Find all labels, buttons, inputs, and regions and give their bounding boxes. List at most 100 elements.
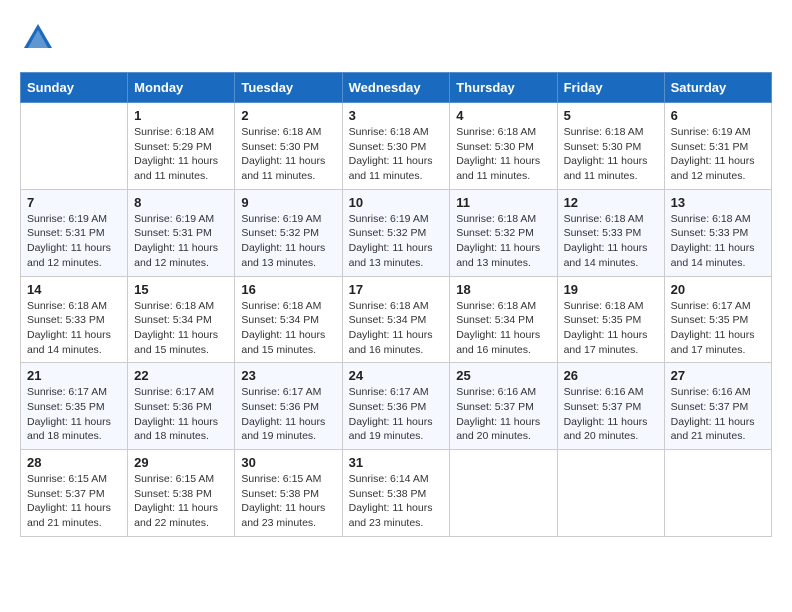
day-number: 17 xyxy=(349,282,444,297)
day-number: 7 xyxy=(27,195,121,210)
calendar-cell: 12 Sunrise: 6:18 AM Sunset: 5:33 PM Dayli… xyxy=(557,189,664,276)
day-info: Sunrise: 6:17 AM Sunset: 5:35 PM Dayligh… xyxy=(671,299,765,358)
day-number: 27 xyxy=(671,368,765,383)
day-number: 15 xyxy=(134,282,228,297)
calendar-cell: 28 Sunrise: 6:15 AM Sunset: 5:37 PM Dayli… xyxy=(21,450,128,537)
day-info: Sunrise: 6:19 AM Sunset: 5:32 PM Dayligh… xyxy=(241,212,335,271)
calendar-cell: 3 Sunrise: 6:18 AM Sunset: 5:30 PM Daylig… xyxy=(342,103,450,190)
day-info: Sunrise: 6:18 AM Sunset: 5:35 PM Dayligh… xyxy=(564,299,658,358)
calendar-cell xyxy=(664,450,771,537)
page-header xyxy=(20,20,772,56)
weekday-header: Thursday xyxy=(450,73,557,103)
calendar-cell: 14Sunrise: 6:18 AM Sunset: 5:33 PM Dayli… xyxy=(21,276,128,363)
day-number: 19 xyxy=(564,282,658,297)
day-info: Sunrise: 6:18 AM Sunset: 5:29 PM Dayligh… xyxy=(134,125,228,184)
calendar-cell: 21Sunrise: 6:17 AM Sunset: 5:35 PM Dayli… xyxy=(21,363,128,450)
calendar-cell: 18 Sunrise: 6:18 AM Sunset: 5:34 PM Dayli… xyxy=(450,276,557,363)
weekday-header: Saturday xyxy=(664,73,771,103)
day-info: Sunrise: 6:18 AM Sunset: 5:34 PM Dayligh… xyxy=(241,299,335,358)
day-info: Sunrise: 6:15 AM Sunset: 5:38 PM Dayligh… xyxy=(134,472,228,531)
day-number: 9 xyxy=(241,195,335,210)
day-info: Sunrise: 6:15 AM Sunset: 5:37 PM Dayligh… xyxy=(27,472,121,531)
day-number: 29 xyxy=(134,455,228,470)
day-number: 3 xyxy=(349,108,444,123)
day-info: Sunrise: 6:16 AM Sunset: 5:37 PM Dayligh… xyxy=(564,385,658,444)
day-info: Sunrise: 6:18 AM Sunset: 5:34 PM Dayligh… xyxy=(349,299,444,358)
calendar-cell: 22 Sunrise: 6:17 AM Sunset: 5:36 PM Dayli… xyxy=(128,363,235,450)
day-info: Sunrise: 6:18 AM Sunset: 5:34 PM Dayligh… xyxy=(134,299,228,358)
day-info: Sunrise: 6:18 AM Sunset: 5:30 PM Dayligh… xyxy=(241,125,335,184)
calendar-cell xyxy=(21,103,128,190)
weekday-header: Friday xyxy=(557,73,664,103)
calendar-cell: 11Sunrise: 6:18 AM Sunset: 5:32 PM Dayli… xyxy=(450,189,557,276)
calendar-cell: 23Sunrise: 6:17 AM Sunset: 5:36 PM Dayli… xyxy=(235,363,342,450)
calendar-cell: 31 Sunrise: 6:14 AM Sunset: 5:38 PM Dayli… xyxy=(342,450,450,537)
calendar-cell: 13Sunrise: 6:18 AM Sunset: 5:33 PM Dayli… xyxy=(664,189,771,276)
calendar-cell: 19 Sunrise: 6:18 AM Sunset: 5:35 PM Dayli… xyxy=(557,276,664,363)
day-number: 11 xyxy=(456,195,550,210)
day-info: Sunrise: 6:18 AM Sunset: 5:30 PM Dayligh… xyxy=(349,125,444,184)
calendar-week-row: 7 Sunrise: 6:19 AM Sunset: 5:31 PM Daylig… xyxy=(21,189,772,276)
day-number: 26 xyxy=(564,368,658,383)
calendar-cell: 17 Sunrise: 6:18 AM Sunset: 5:34 PM Dayli… xyxy=(342,276,450,363)
day-info: Sunrise: 6:19 AM Sunset: 5:32 PM Dayligh… xyxy=(349,212,444,271)
day-number: 25 xyxy=(456,368,550,383)
day-info: Sunrise: 6:16 AM Sunset: 5:37 PM Dayligh… xyxy=(456,385,550,444)
calendar-header-row: SundayMondayTuesdayWednesdayThursdayFrid… xyxy=(21,73,772,103)
day-number: 23 xyxy=(241,368,335,383)
calendar-week-row: 21Sunrise: 6:17 AM Sunset: 5:35 PM Dayli… xyxy=(21,363,772,450)
calendar-cell: 29 Sunrise: 6:15 AM Sunset: 5:38 PM Dayli… xyxy=(128,450,235,537)
calendar-cell: 9 Sunrise: 6:19 AM Sunset: 5:32 PM Daylig… xyxy=(235,189,342,276)
calendar-cell: 20 Sunrise: 6:17 AM Sunset: 5:35 PM Dayli… xyxy=(664,276,771,363)
calendar-cell: 10 Sunrise: 6:19 AM Sunset: 5:32 PM Dayli… xyxy=(342,189,450,276)
calendar-cell: 27Sunrise: 6:16 AM Sunset: 5:37 PM Dayli… xyxy=(664,363,771,450)
calendar-cell: 25 Sunrise: 6:16 AM Sunset: 5:37 PM Dayli… xyxy=(450,363,557,450)
calendar-cell: 8 Sunrise: 6:19 AM Sunset: 5:31 PM Daylig… xyxy=(128,189,235,276)
day-info: Sunrise: 6:19 AM Sunset: 5:31 PM Dayligh… xyxy=(671,125,765,184)
day-info: Sunrise: 6:17 AM Sunset: 5:36 PM Dayligh… xyxy=(134,385,228,444)
logo xyxy=(20,20,60,56)
day-number: 2 xyxy=(241,108,335,123)
calendar-table: SundayMondayTuesdayWednesdayThursdayFrid… xyxy=(20,72,772,537)
calendar-cell: 7 Sunrise: 6:19 AM Sunset: 5:31 PM Daylig… xyxy=(21,189,128,276)
calendar-cell: 30 Sunrise: 6:15 AM Sunset: 5:38 PM Dayli… xyxy=(235,450,342,537)
day-info: Sunrise: 6:15 AM Sunset: 5:38 PM Dayligh… xyxy=(241,472,335,531)
day-number: 12 xyxy=(564,195,658,210)
day-number: 28 xyxy=(27,455,121,470)
calendar-cell: 6Sunrise: 6:19 AM Sunset: 5:31 PM Daylig… xyxy=(664,103,771,190)
day-number: 21 xyxy=(27,368,121,383)
day-number: 8 xyxy=(134,195,228,210)
day-info: Sunrise: 6:18 AM Sunset: 5:33 PM Dayligh… xyxy=(27,299,121,358)
day-number: 1 xyxy=(134,108,228,123)
day-info: Sunrise: 6:17 AM Sunset: 5:36 PM Dayligh… xyxy=(349,385,444,444)
day-number: 4 xyxy=(456,108,550,123)
day-number: 30 xyxy=(241,455,335,470)
day-number: 22 xyxy=(134,368,228,383)
weekday-header: Wednesday xyxy=(342,73,450,103)
day-info: Sunrise: 6:18 AM Sunset: 5:33 PM Dayligh… xyxy=(564,212,658,271)
day-info: Sunrise: 6:14 AM Sunset: 5:38 PM Dayligh… xyxy=(349,472,444,531)
logo-icon xyxy=(20,20,56,56)
day-number: 24 xyxy=(349,368,444,383)
day-number: 16 xyxy=(241,282,335,297)
calendar-week-row: 14Sunrise: 6:18 AM Sunset: 5:33 PM Dayli… xyxy=(21,276,772,363)
day-info: Sunrise: 6:18 AM Sunset: 5:30 PM Dayligh… xyxy=(564,125,658,184)
day-info: Sunrise: 6:18 AM Sunset: 5:34 PM Dayligh… xyxy=(456,299,550,358)
day-info: Sunrise: 6:18 AM Sunset: 5:33 PM Dayligh… xyxy=(671,212,765,271)
calendar-cell xyxy=(450,450,557,537)
day-number: 20 xyxy=(671,282,765,297)
calendar-week-row: 1 Sunrise: 6:18 AM Sunset: 5:29 PM Daylig… xyxy=(21,103,772,190)
calendar-cell: 26 Sunrise: 6:16 AM Sunset: 5:37 PM Dayli… xyxy=(557,363,664,450)
day-number: 31 xyxy=(349,455,444,470)
calendar-cell xyxy=(557,450,664,537)
day-number: 18 xyxy=(456,282,550,297)
weekday-header: Sunday xyxy=(21,73,128,103)
day-info: Sunrise: 6:19 AM Sunset: 5:31 PM Dayligh… xyxy=(134,212,228,271)
day-info: Sunrise: 6:18 AM Sunset: 5:30 PM Dayligh… xyxy=(456,125,550,184)
weekday-header: Monday xyxy=(128,73,235,103)
calendar-cell: 16 Sunrise: 6:18 AM Sunset: 5:34 PM Dayli… xyxy=(235,276,342,363)
day-info: Sunrise: 6:19 AM Sunset: 5:31 PM Dayligh… xyxy=(27,212,121,271)
calendar-cell: 24 Sunrise: 6:17 AM Sunset: 5:36 PM Dayli… xyxy=(342,363,450,450)
day-number: 10 xyxy=(349,195,444,210)
calendar-week-row: 28 Sunrise: 6:15 AM Sunset: 5:37 PM Dayli… xyxy=(21,450,772,537)
